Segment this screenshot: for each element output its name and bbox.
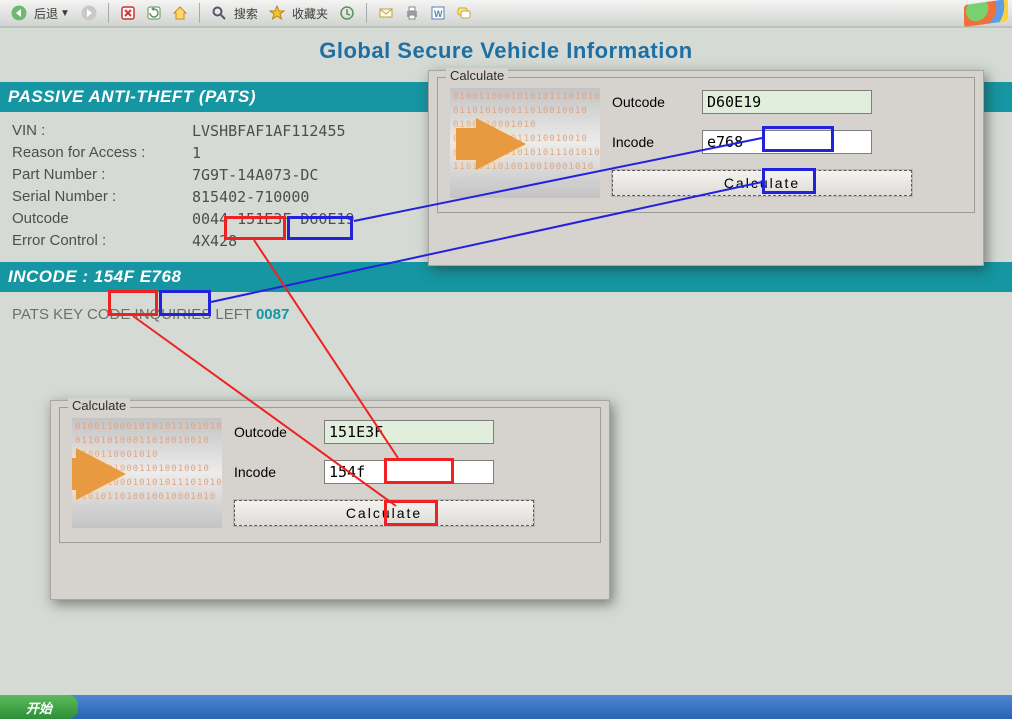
back-dropdown-icon[interactable]: ▼ xyxy=(60,8,70,19)
outcode-input-top[interactable] xyxy=(702,90,872,114)
ie-toolbar: 后退 ▼ 搜索 xyxy=(0,0,1012,26)
print-button[interactable] xyxy=(400,1,424,25)
outcode-label-bottom: Outcode xyxy=(234,424,324,440)
serial-label: Serial Number : xyxy=(12,188,192,206)
bin-image-top: 01001100010101011101010000 0110101000110… xyxy=(450,88,600,198)
calculate-button-bottom[interactable]: Calculate xyxy=(234,500,534,526)
home-icon xyxy=(172,5,188,21)
mail-button[interactable] xyxy=(374,1,398,25)
calculate-button-top[interactable]: Calculate xyxy=(612,170,912,196)
discuss-icon xyxy=(456,5,472,21)
stop-button[interactable] xyxy=(116,1,140,25)
errctl-label: Error Control : xyxy=(12,232,192,250)
mail-icon xyxy=(378,5,394,21)
forward-icon xyxy=(81,5,97,21)
incode-first: 154F xyxy=(94,267,135,286)
word-icon: W xyxy=(430,5,446,21)
back-button[interactable] xyxy=(7,1,31,25)
calc-legend-top: Calculate xyxy=(446,68,508,83)
arrow-icon xyxy=(476,118,526,170)
incode-bar-label: INCODE : xyxy=(8,267,89,286)
calc-box-top: Calculate 01001100010101011101010000 011… xyxy=(428,70,984,266)
outcode-mid: 151E3F xyxy=(237,210,291,228)
stop-icon xyxy=(120,5,136,21)
partnum-label: Part Number : xyxy=(12,166,192,184)
outcode-input-bottom[interactable] xyxy=(324,420,494,444)
outcode-suffix: D60E19 xyxy=(300,210,354,228)
home-button[interactable] xyxy=(168,1,192,25)
search-icon xyxy=(211,5,227,21)
star-icon xyxy=(269,5,285,21)
incode-input-top[interactable] xyxy=(702,130,872,154)
favorites-label: 收藏夹 xyxy=(292,5,328,22)
start-label: 开始 xyxy=(26,698,52,717)
incode-second: E768 xyxy=(140,267,182,286)
calc-legend-bottom: Calculate xyxy=(68,398,130,413)
search-label: 搜索 xyxy=(234,5,258,22)
pats-left-label: PATS KEY CODE INQUIRIES LEFT xyxy=(12,306,252,323)
pats-left-value: 0087 xyxy=(256,306,289,323)
calc-box-bottom: Calculate 01001100010101011101010000 011… xyxy=(50,400,610,600)
print-icon xyxy=(404,5,420,21)
discuss-button[interactable] xyxy=(452,1,476,25)
incode-bar: INCODE : 154F E768 xyxy=(0,262,1012,292)
history-button[interactable] xyxy=(335,1,359,25)
reason-label: Reason for Access : xyxy=(12,144,192,162)
outcode-label-top: Outcode xyxy=(612,94,702,110)
refresh-button[interactable] xyxy=(142,1,166,25)
search-button[interactable] xyxy=(207,1,231,25)
svg-text:W: W xyxy=(434,9,443,19)
outcode-field-label: Outcode xyxy=(12,210,192,228)
back-label: 后退 xyxy=(34,5,58,22)
history-icon xyxy=(339,5,355,21)
refresh-icon xyxy=(146,5,162,21)
vin-label: VIN : xyxy=(12,122,192,140)
back-icon xyxy=(11,5,27,21)
outcode-prefix: 0044 xyxy=(192,210,228,228)
incode-label-bottom: Incode xyxy=(234,464,324,480)
taskbar: 开始 xyxy=(0,695,1012,719)
favorites-button[interactable] xyxy=(265,1,289,25)
edit-button[interactable]: W xyxy=(426,1,450,25)
windows-flag-icon xyxy=(964,0,1008,27)
pats-inquiries-left: PATS KEY CODE INQUIRIES LEFT 0087 xyxy=(0,292,1012,337)
page-title: Global Secure Vehicle Information xyxy=(0,38,1012,64)
incode-input-bottom[interactable] xyxy=(324,460,494,484)
bin-image-bottom: 01001100010101011101010000 0110101000110… xyxy=(72,418,222,528)
forward-button[interactable] xyxy=(77,1,101,25)
start-button[interactable]: 开始 xyxy=(0,695,78,719)
arrow-icon xyxy=(76,448,126,500)
incode-label-top: Incode xyxy=(612,134,702,150)
